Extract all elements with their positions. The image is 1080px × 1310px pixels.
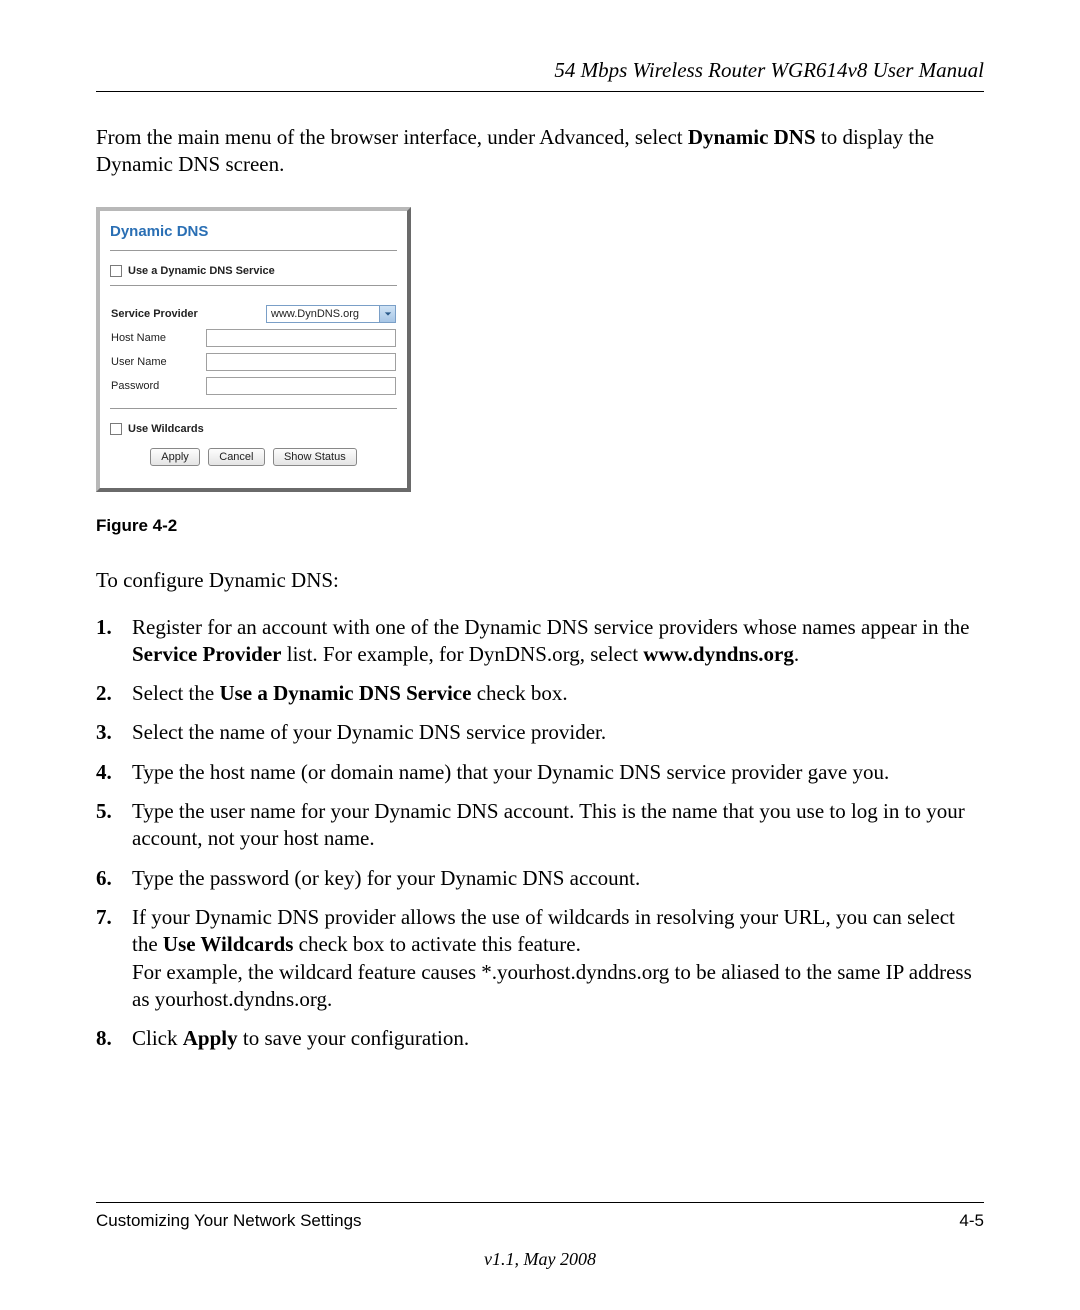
step-8: Click Apply to save your configuration. — [96, 1025, 984, 1052]
apply-button[interactable]: Apply — [150, 448, 200, 466]
cancel-button[interactable]: Cancel — [208, 448, 264, 466]
configure-lead: To configure Dynamic DNS: — [96, 568, 984, 593]
button-row: Apply Cancel Show Status — [110, 435, 397, 466]
step7-b: Use Wildcards — [163, 932, 294, 956]
step-6: Type the password (or key) for your Dyna… — [96, 865, 984, 892]
step-1: Register for an account with one of the … — [96, 614, 984, 669]
footer-section: Customizing Your Network Settings — [96, 1211, 362, 1231]
footer-version: v1.1, May 2008 — [96, 1249, 984, 1270]
dynamic-dns-panel: Dynamic DNS Use a Dynamic DNS Service Se… — [96, 207, 411, 492]
step8-b: Apply — [183, 1026, 238, 1050]
intro-paragraph: From the main menu of the browser interf… — [96, 124, 984, 179]
figure-screenshot: Dynamic DNS Use a Dynamic DNS Service Se… — [96, 207, 984, 492]
page-footer: Customizing Your Network Settings 4-5 v1… — [96, 1202, 984, 1270]
step-5: Type the user name for your Dynamic DNS … — [96, 798, 984, 853]
footer-row: Customizing Your Network Settings 4-5 — [96, 1211, 984, 1231]
chevron-down-icon[interactable] — [379, 306, 395, 322]
checkbox-icon[interactable] — [110, 423, 122, 435]
step8-post: to save your configuration. — [238, 1026, 470, 1050]
figure-caption: Figure 4-2 — [96, 516, 984, 536]
row-service-provider: Service Provider www.DynDNS.org — [110, 304, 397, 324]
steps-list: Register for an account with one of the … — [96, 614, 984, 1053]
panel-section-use-service: Use a Dynamic DNS Service — [110, 251, 397, 286]
step-4: Type the host name (or domain name) that… — [96, 759, 984, 786]
page-header-title: 54 Mbps Wireless Router WGR614v8 User Ma… — [96, 58, 984, 83]
show-status-button[interactable]: Show Status — [273, 448, 357, 466]
form-table: Service Provider www.DynDNS.org Host Nam… — [110, 300, 397, 400]
step-3: Select the name of your Dynamic DNS serv… — [96, 719, 984, 746]
step2-b: Use a Dynamic DNS Service — [219, 681, 471, 705]
host-name-input[interactable] — [206, 329, 396, 347]
step-2: Select the Use a Dynamic DNS Service che… — [96, 680, 984, 707]
password-label: Password — [110, 376, 200, 396]
step1-mid: list. For example, for DynDNS.org, selec… — [281, 642, 643, 666]
row-user-name: User Name — [110, 352, 397, 372]
intro-pre: From the main menu of the browser interf… — [96, 125, 688, 149]
service-provider-select[interactable]: www.DynDNS.org — [266, 305, 396, 323]
intro-bold: Dynamic DNS — [688, 125, 816, 149]
panel-section-fields: Service Provider www.DynDNS.org Host Nam… — [110, 286, 397, 409]
service-provider-value: www.DynDNS.org — [271, 308, 359, 320]
step2-pre: Select the — [132, 681, 219, 705]
use-service-checkbox-row[interactable]: Use a Dynamic DNS Service — [110, 265, 397, 277]
password-input[interactable] — [206, 377, 396, 395]
panel-title: Dynamic DNS — [110, 219, 397, 251]
step7-line2: For example, the wildcard feature causes… — [132, 960, 972, 1011]
footer-rule — [96, 1202, 984, 1203]
panel-section-wildcards: Use Wildcards Apply Cancel Show Status — [110, 409, 397, 474]
step8-pre: Click — [132, 1026, 183, 1050]
step2-post: check box. — [471, 681, 567, 705]
step7-mid: check box to activate this feature. — [293, 932, 580, 956]
page: 54 Mbps Wireless Router WGR614v8 User Ma… — [0, 0, 1080, 1310]
host-name-label: Host Name — [110, 328, 200, 348]
use-wildcards-label: Use Wildcards — [128, 423, 204, 435]
step-7: If your Dynamic DNS provider allows the … — [96, 904, 984, 1013]
row-password: Password — [110, 376, 397, 396]
header-rule — [96, 91, 984, 92]
checkbox-icon[interactable] — [110, 265, 122, 277]
step1-post: . — [794, 642, 799, 666]
user-name-input[interactable] — [206, 353, 396, 371]
step1-b1: Service Provider — [132, 642, 281, 666]
user-name-label: User Name — [110, 352, 200, 372]
use-wildcards-checkbox-row[interactable]: Use Wildcards — [110, 423, 397, 435]
row-host-name: Host Name — [110, 328, 397, 348]
step1-b2: www.dyndns.org — [643, 642, 794, 666]
service-provider-label: Service Provider — [110, 304, 200, 324]
use-service-label: Use a Dynamic DNS Service — [128, 265, 275, 277]
footer-page-number: 4-5 — [959, 1211, 984, 1231]
step1-pre: Register for an account with one of the … — [132, 615, 969, 639]
